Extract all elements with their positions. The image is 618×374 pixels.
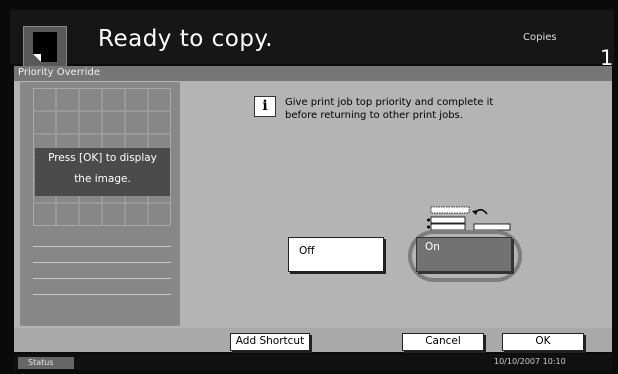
tab-title: Priority Override — [18, 67, 101, 78]
info-line: Give print job top priority and complete… — [285, 97, 494, 108]
copier-screen: Ready to copy. Copies 1 Priority Overrid… — [0, 0, 618, 374]
header-bar: Ready to copy. Copies 1 — [10, 10, 614, 70]
divider — [33, 246, 171, 247]
ok-button[interactable]: OK — [502, 333, 584, 351]
main-panel: Priority Override Press [OK] to display … — [14, 66, 612, 328]
page-title: Ready to copy. — [98, 26, 274, 52]
divider — [33, 262, 171, 263]
bottom-bar: Add Shortcut Cancel OK — [14, 328, 612, 352]
cancel-button[interactable]: Cancel — [402, 333, 484, 351]
off-button-label: Off — [299, 245, 315, 257]
on-button-label: On — [425, 241, 440, 253]
status-bar: Status 10/10/2007 10:10 — [14, 354, 612, 370]
date-time: 10/10/2007 10:10 — [494, 357, 566, 366]
info-icon: i — [254, 96, 276, 117]
info-message: Give print job top priority and complete… — [285, 96, 545, 122]
info-line: before returning to other print jobs. — [285, 110, 463, 121]
function-tab: Priority Override — [14, 66, 612, 81]
off-button[interactable]: Off — [288, 237, 384, 272]
preview-pane: Press [OK] to display the image. — [20, 82, 180, 326]
copies-label: Copies — [523, 32, 557, 43]
document-icon — [23, 26, 67, 68]
status-button[interactable]: Status — [18, 357, 74, 369]
preview-message-line: Press [OK] to display — [48, 152, 157, 164]
preview-message: Press [OK] to display the image. — [35, 148, 170, 196]
on-button[interactable]: On — [416, 237, 512, 272]
add-shortcut-button[interactable]: Add Shortcut — [230, 333, 310, 351]
divider — [33, 278, 171, 279]
divider — [33, 294, 171, 295]
preview-message-line: the image. — [74, 173, 131, 185]
